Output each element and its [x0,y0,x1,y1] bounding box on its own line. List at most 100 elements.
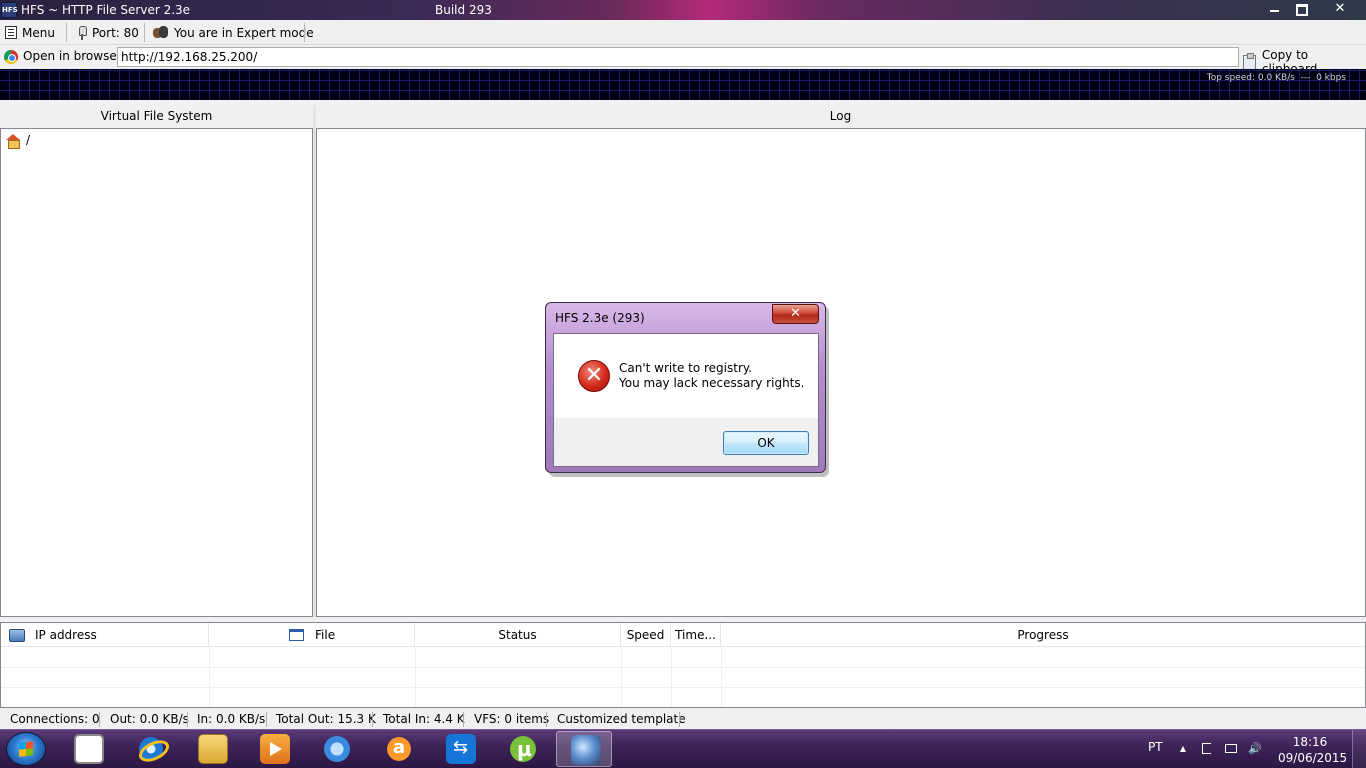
status-template[interactable]: Customized template [557,712,686,726]
row-divider [1,687,1365,688]
build-number: Build 293 [435,3,492,17]
status-vfs-items: VFS: 0 items [474,712,550,726]
url-bar: Open in browser http://192.168.25.200/ C… [0,46,1366,76]
window-title: HFS ~ HTTP File Server 2.3e [21,3,191,17]
taskbar-app-avast[interactable] [370,731,426,767]
status-divider [372,712,373,727]
dialog-close-button[interactable]: ✕ [772,304,819,324]
column-ip-label: IP address [35,628,97,642]
taskbar: PT ▲ 🔊 18:16 09/06/2015 [0,729,1366,768]
column-divider [415,647,416,707]
expert-mode-button[interactable]: You are in Expert mode [153,21,314,44]
menu-button[interactable]: Menu [5,21,55,44]
ok-button[interactable]: OK [723,431,809,455]
show-desktop-button[interactable] [1352,730,1366,768]
taskbar-app-tool[interactable] [308,731,364,767]
volume-icon[interactable]: 🔊 [1248,742,1262,756]
row-divider [1,667,1365,668]
network-icon [9,629,25,642]
main-toolbar: Menu Port: 80 You are in Expert mode [0,21,1366,45]
connections-list[interactable]: IP address File Status Speed Time... Pro… [0,622,1366,708]
status-divider [546,712,547,727]
window-title-bar[interactable]: HFS HFS ~ HTTP File Server 2.3e Build 29… [0,0,1366,20]
hfs-app-icon: HFS [1,2,18,18]
status-total-in: Total In: 4.4 K [383,712,465,726]
taskbar-app-media[interactable] [246,731,302,767]
status-total-out: Total Out: 15.3 K [276,712,376,726]
clock-time: 18:16 [1292,735,1328,749]
restore-button[interactable] [1288,0,1314,18]
dialog-body: ✕ Can't write to registry. You may lack … [553,333,819,467]
speed-graph: Top speed: 0.0 KB/s --- 0 kbps [0,69,1366,100]
teamviewer-icon [446,734,476,764]
toolbar-divider [304,23,305,42]
column-divider [621,647,622,707]
column-divider [209,647,210,707]
taskbar-app-teamviewer[interactable] [432,731,488,767]
current-kbps: 0 kbps [1316,73,1346,83]
vfs-root-label: / [26,133,31,147]
column-ip-address[interactable]: IP address [1,623,209,647]
menu-icon [5,26,17,39]
taskbar-app-ie[interactable] [122,731,178,767]
vfs-tree[interactable]: / [0,128,313,617]
taskbar-app-explorer[interactable] [184,731,240,767]
dialog-message-line1: Can't write to registry. [619,361,753,375]
flag-icon[interactable] [1200,742,1214,756]
clipboard-icon [1243,52,1256,70]
vfs-title: Virtual File System [0,105,313,127]
monitor-shape [1225,744,1237,753]
mode-label: You are in Expert mode [174,25,314,40]
toolbar-divider [144,23,145,42]
flag-shape [1202,743,1211,754]
dialog-message: Can't write to registry. You may lack ne… [619,361,804,391]
plug-icon [77,25,87,40]
start-button[interactable] [6,732,46,766]
close-window-button[interactable]: ✕ [1326,0,1354,18]
column-time[interactable]: Time... [671,623,721,647]
status-divider [679,712,680,727]
port-button[interactable]: Port: 80 [77,21,139,44]
status-connections: Connections: 0 [10,712,100,726]
dialog-message-line2: You may lack necessary rights. [619,376,805,390]
status-out: Out: 0.0 KB/s [110,712,189,726]
column-divider [671,647,672,707]
browser-icon [4,50,18,64]
toolbar-divider [66,23,67,42]
top-speed-readout: Top speed: 0.0 KB/s --- 0 kbps [1207,73,1346,83]
column-progress[interactable]: Progress [721,623,1365,647]
dialog-title: HFS 2.3e (293) [555,311,645,325]
top-speed: Top speed: 0.0 KB/s [1206,73,1295,83]
top-speed-separator: --- [1300,73,1311,83]
clock[interactable]: 18:16 09/06/2015 [1278,734,1348,766]
show-hidden-icons-icon[interactable]: ▲ [1176,742,1190,756]
column-file[interactable]: File [209,623,415,647]
url-field[interactable]: http://192.168.25.200/ [117,47,1239,67]
column-speed[interactable]: Speed [621,623,671,647]
minimize-button[interactable] [1262,0,1288,18]
column-status[interactable]: Status [415,623,621,647]
vfs-root-node[interactable]: / [6,133,31,149]
file-explorer-icon [198,734,228,764]
status-divider [187,712,188,727]
status-divider [463,712,464,727]
utorrent-icon [508,734,538,764]
port-label: Port: 80 [92,25,139,40]
window-icon [289,629,304,641]
network-status-icon[interactable] [1224,742,1238,756]
taskbar-app-utorrent[interactable] [494,731,550,767]
log-area[interactable] [316,128,1366,617]
error-icon: ✕ [578,360,610,392]
media-player-icon [260,734,290,764]
open-in-browser-button[interactable]: Open in browser [23,49,122,63]
clock-date: 09/06/2015 [1278,751,1348,765]
column-divider [721,647,722,707]
language-indicator[interactable]: PT [1148,740,1163,754]
log-title: Log [315,105,1366,127]
error-dialog[interactable]: HFS 2.3e (293) ✕ ✕ Can't write to regist… [545,302,826,473]
taskbar-app-hfs[interactable] [556,731,612,767]
taskbar-app-notepad[interactable] [60,731,116,767]
network-tool-icon [322,734,352,764]
status-bar: Connections: 0 Out: 0.0 KB/s In: 0.0 KB/… [0,710,1366,729]
internet-explorer-icon [136,734,166,764]
